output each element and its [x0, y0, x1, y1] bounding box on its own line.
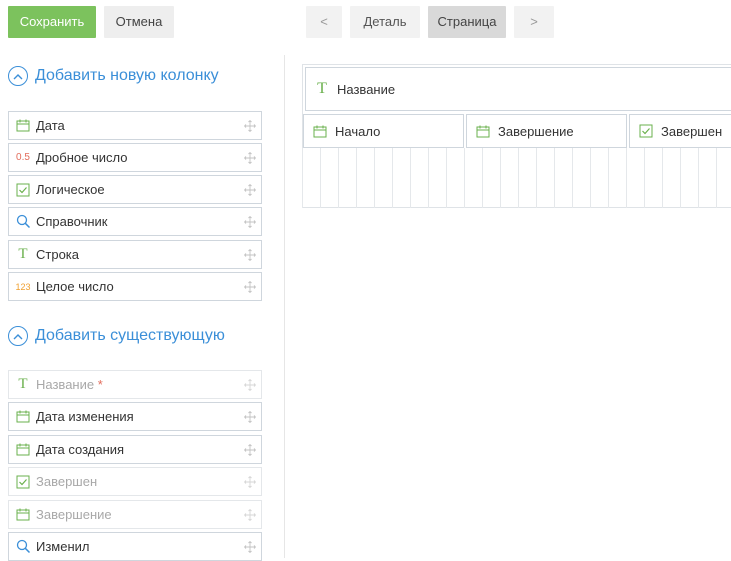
- canvas-field-completed[interactable]: Завершен: [629, 114, 731, 148]
- drag-handle-icon: [239, 371, 261, 398]
- canvas-field-label: Завершение: [498, 123, 574, 139]
- field-label: Завершение: [36, 507, 112, 522]
- drag-handle-icon[interactable]: [239, 144, 261, 171]
- canvas-field-start[interactable]: Начало: [303, 114, 464, 148]
- calendar-icon: [10, 436, 36, 463]
- existing-field-modified-by[interactable]: Изменил: [8, 532, 262, 561]
- panel-divider: [284, 55, 285, 558]
- existing-field-modified-on[interactable]: Дата изменения: [8, 402, 262, 431]
- drag-handle-icon: [239, 501, 261, 528]
- field-label: Дата создания: [36, 442, 125, 457]
- canvas-field-end[interactable]: Завершение: [466, 114, 627, 148]
- canvas-field-label: Завершен: [661, 123, 723, 139]
- chevron-up-icon[interactable]: [8, 66, 28, 86]
- search-icon: [10, 533, 36, 560]
- canvas-field-label: Название: [337, 81, 396, 97]
- drag-handle-icon[interactable]: [239, 176, 261, 203]
- drag-handle-icon[interactable]: [239, 241, 261, 268]
- integer-icon: 123: [15, 281, 31, 292]
- field-type-decimal[interactable]: 0.5 Дробное число: [8, 143, 262, 172]
- canvas-field-label: Начало: [335, 123, 381, 139]
- required-mark: *: [97, 377, 103, 392]
- text-icon: T: [317, 80, 327, 97]
- search-icon: [10, 208, 36, 235]
- field-type-string[interactable]: T Строка: [8, 240, 262, 269]
- field-label: Изменил: [36, 539, 90, 554]
- field-label: Целое число: [36, 279, 114, 294]
- checkbox-icon: [10, 176, 36, 203]
- field-type-integer[interactable]: 123 Целое число: [8, 272, 262, 301]
- prev-button[interactable]: <: [306, 6, 342, 38]
- existing-field-completed: Завершен: [8, 467, 262, 496]
- field-type-date[interactable]: Дата: [8, 111, 262, 140]
- existing-field-name: T Название *: [8, 370, 262, 399]
- add-new-column-title: Добавить новую колонку: [35, 67, 219, 84]
- drag-handle-icon[interactable]: [239, 208, 261, 235]
- decimal-icon: 0.5: [16, 152, 30, 163]
- text-icon: T: [18, 376, 28, 392]
- tab-page[interactable]: Страница: [428, 6, 506, 38]
- field-label: Справочник: [36, 214, 108, 229]
- next-button[interactable]: >: [514, 6, 554, 38]
- layout-grid[interactable]: [302, 148, 731, 208]
- field-label: Логическое: [36, 182, 105, 197]
- chevron-up-icon[interactable]: [8, 326, 28, 346]
- field-label: Дата изменения: [36, 409, 134, 424]
- calendar-icon: [10, 112, 36, 139]
- drag-handle-icon: [239, 468, 261, 495]
- drag-handle-icon[interactable]: [239, 273, 261, 300]
- calendar-icon: [10, 501, 36, 528]
- checkbox-icon: [631, 115, 661, 147]
- field-label: Строка: [36, 247, 80, 262]
- field-type-lookup[interactable]: Справочник: [8, 207, 262, 236]
- calendar-icon: [10, 403, 36, 430]
- cancel-button[interactable]: Отмена: [104, 6, 174, 38]
- text-icon: T: [18, 246, 28, 262]
- add-new-column-header[interactable]: Добавить новую колонку: [8, 66, 219, 86]
- existing-field-created-on[interactable]: Дата создания: [8, 435, 262, 464]
- existing-field-end: Завершение: [8, 500, 262, 529]
- checkbox-icon: [10, 468, 36, 495]
- field-label: Дробное число: [36, 150, 128, 165]
- tab-detail[interactable]: Деталь: [350, 6, 420, 38]
- field-label: Завершен: [36, 474, 98, 489]
- save-button[interactable]: Сохранить: [8, 6, 96, 38]
- field-label: Дата: [36, 118, 65, 133]
- add-existing-header[interactable]: Добавить существующую: [8, 326, 225, 346]
- drag-handle-icon[interactable]: [239, 533, 261, 560]
- field-label: Название *: [36, 377, 103, 392]
- field-type-boolean[interactable]: Логическое: [8, 175, 262, 204]
- add-existing-title: Добавить существующую: [35, 327, 225, 344]
- canvas-field-name[interactable]: T Название: [305, 67, 731, 111]
- drag-handle-icon[interactable]: [239, 403, 261, 430]
- calendar-icon: [468, 115, 498, 147]
- drag-handle-icon[interactable]: [239, 112, 261, 139]
- drag-handle-icon[interactable]: [239, 436, 261, 463]
- calendar-icon: [305, 115, 335, 147]
